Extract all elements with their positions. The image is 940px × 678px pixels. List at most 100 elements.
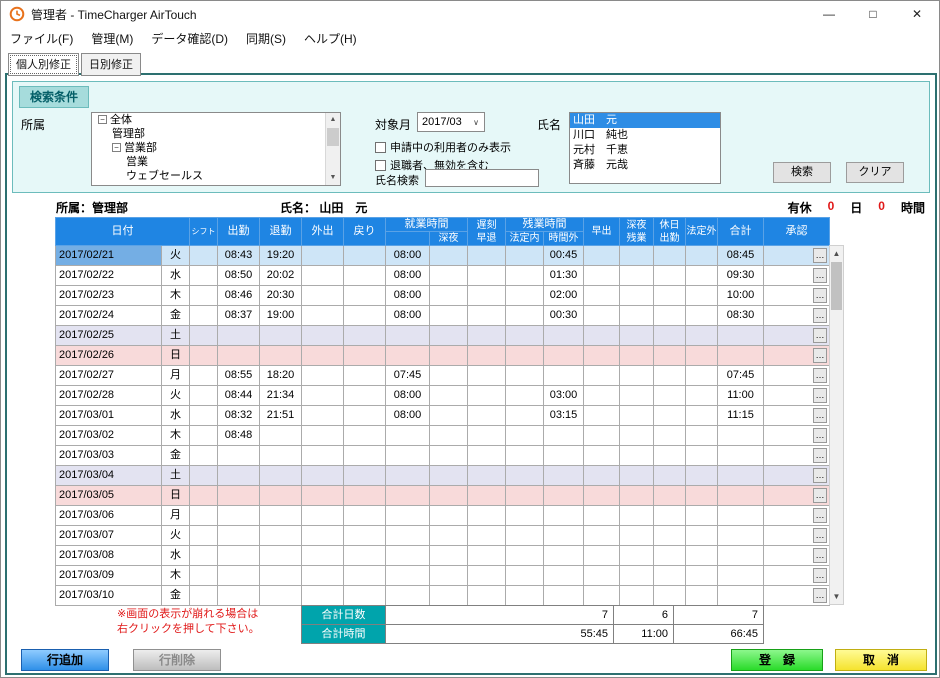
cell-goout[interactable] — [302, 526, 344, 546]
cell-date[interactable]: 2017/03/10 — [56, 586, 162, 606]
cell-holiday[interactable] — [654, 366, 686, 386]
cell-dow[interactable]: 木 — [162, 566, 190, 586]
cell-extra[interactable]: 00:30 — [544, 306, 584, 326]
cell-total[interactable]: 11:15 — [718, 406, 764, 426]
cell-work[interactable] — [386, 466, 430, 486]
cell-night[interactable] — [430, 466, 468, 486]
cell-in[interactable]: 08:50 — [218, 266, 260, 286]
cell-date[interactable]: 2017/03/05 — [56, 486, 162, 506]
cell-nonlegal[interactable] — [686, 566, 718, 586]
cell-holiday[interactable] — [654, 386, 686, 406]
cell-in[interactable] — [218, 466, 260, 486]
cell-dow[interactable]: 木 — [162, 286, 190, 306]
cell-dow[interactable]: 木 — [162, 426, 190, 446]
cell-date[interactable]: 2017/03/03 — [56, 446, 162, 466]
cell-date[interactable]: 2017/03/09 — [56, 566, 162, 586]
cell-date[interactable]: 2017/02/26 — [56, 346, 162, 366]
cell-holiday[interactable] — [654, 466, 686, 486]
cell-extra[interactable] — [544, 466, 584, 486]
cell-shift[interactable] — [190, 386, 218, 406]
cell-shift[interactable] — [190, 306, 218, 326]
cell-total[interactable]: 08:45 — [718, 246, 764, 266]
cell-back[interactable] — [344, 526, 386, 546]
cell-nonlegal[interactable] — [686, 386, 718, 406]
cell-out[interactable]: 21:51 — [260, 406, 302, 426]
scrollbar-up-icon[interactable]: ▲ — [326, 113, 340, 127]
cell-late[interactable] — [468, 426, 506, 446]
cell-holiday[interactable] — [654, 286, 686, 306]
cell-date[interactable]: 2017/03/06 — [56, 506, 162, 526]
cell-out[interactable]: 18:20 — [260, 366, 302, 386]
cell-in[interactable]: 08:48 — [218, 426, 260, 446]
clear-button[interactable]: クリア — [846, 162, 904, 183]
cell-legal[interactable] — [506, 346, 544, 366]
cell-total[interactable] — [718, 326, 764, 346]
cell-dow[interactable]: 金 — [162, 586, 190, 606]
cell-back[interactable] — [344, 266, 386, 286]
cancel-button[interactable]: 取 消 — [835, 649, 927, 671]
menu-item[interactable]: 管理(M) — [82, 27, 142, 49]
cell-work[interactable]: 08:00 — [386, 266, 430, 286]
cell-nonlegal[interactable] — [686, 306, 718, 326]
cell-date[interactable]: 2017/03/07 — [56, 526, 162, 546]
cell-work[interactable] — [386, 566, 430, 586]
cell-nonlegal[interactable] — [686, 446, 718, 466]
cell-early[interactable] — [584, 486, 620, 506]
cell-out[interactable] — [260, 346, 302, 366]
approve-detail-button[interactable]: … — [813, 408, 827, 423]
cell-legal[interactable] — [506, 266, 544, 286]
cell-holiday[interactable] — [654, 306, 686, 326]
approve-detail-button[interactable]: … — [813, 588, 827, 603]
approve-detail-button[interactable]: … — [813, 508, 827, 523]
approve-detail-button[interactable]: … — [813, 448, 827, 463]
cell-shift[interactable] — [190, 246, 218, 266]
cell-nonlegal[interactable] — [686, 466, 718, 486]
cell-nonlegal[interactable] — [686, 346, 718, 366]
cell-holiday[interactable] — [654, 486, 686, 506]
cell-shift[interactable] — [190, 406, 218, 426]
collapse-icon[interactable]: − — [98, 115, 107, 124]
cell-shift[interactable] — [190, 326, 218, 346]
cell-nightot[interactable] — [620, 506, 654, 526]
cell-night[interactable] — [430, 546, 468, 566]
cell-total[interactable] — [718, 546, 764, 566]
cell-extra[interactable]: 03:15 — [544, 406, 584, 426]
cell-early[interactable] — [584, 546, 620, 566]
cell-late[interactable] — [468, 246, 506, 266]
cell-work[interactable] — [386, 326, 430, 346]
approve-detail-button[interactable]: … — [813, 568, 827, 583]
cell-extra[interactable] — [544, 366, 584, 386]
cell-goout[interactable] — [302, 566, 344, 586]
tree-item[interactable]: 営業 — [92, 155, 340, 169]
cell-shift[interactable] — [190, 506, 218, 526]
cell-total[interactable]: 08:30 — [718, 306, 764, 326]
cell-work[interactable] — [386, 486, 430, 506]
cell-shift[interactable] — [190, 266, 218, 286]
cell-night[interactable] — [430, 566, 468, 586]
cell-nonlegal[interactable] — [686, 406, 718, 426]
cell-goout[interactable] — [302, 366, 344, 386]
approve-detail-button[interactable]: … — [813, 548, 827, 563]
cell-extra[interactable] — [544, 326, 584, 346]
cell-goout[interactable] — [302, 586, 344, 606]
cell-work[interactable]: 08:00 — [386, 306, 430, 326]
cell-late[interactable] — [468, 266, 506, 286]
cell-in[interactable] — [218, 446, 260, 466]
approve-detail-button[interactable]: … — [813, 328, 827, 343]
cell-back[interactable] — [344, 286, 386, 306]
cell-dow[interactable]: 火 — [162, 526, 190, 546]
cell-in[interactable]: 08:32 — [218, 406, 260, 426]
cell-holiday[interactable] — [654, 346, 686, 366]
cell-nightot[interactable] — [620, 526, 654, 546]
cell-early[interactable] — [584, 286, 620, 306]
cell-in[interactable] — [218, 566, 260, 586]
cell-nonlegal[interactable] — [686, 246, 718, 266]
cell-nightot[interactable] — [620, 326, 654, 346]
cell-early[interactable] — [584, 386, 620, 406]
cell-night[interactable] — [430, 346, 468, 366]
cell-late[interactable] — [468, 406, 506, 426]
cell-date[interactable]: 2017/03/08 — [56, 546, 162, 566]
cell-goout[interactable] — [302, 546, 344, 566]
cell-in[interactable] — [218, 486, 260, 506]
cell-late[interactable] — [468, 526, 506, 546]
